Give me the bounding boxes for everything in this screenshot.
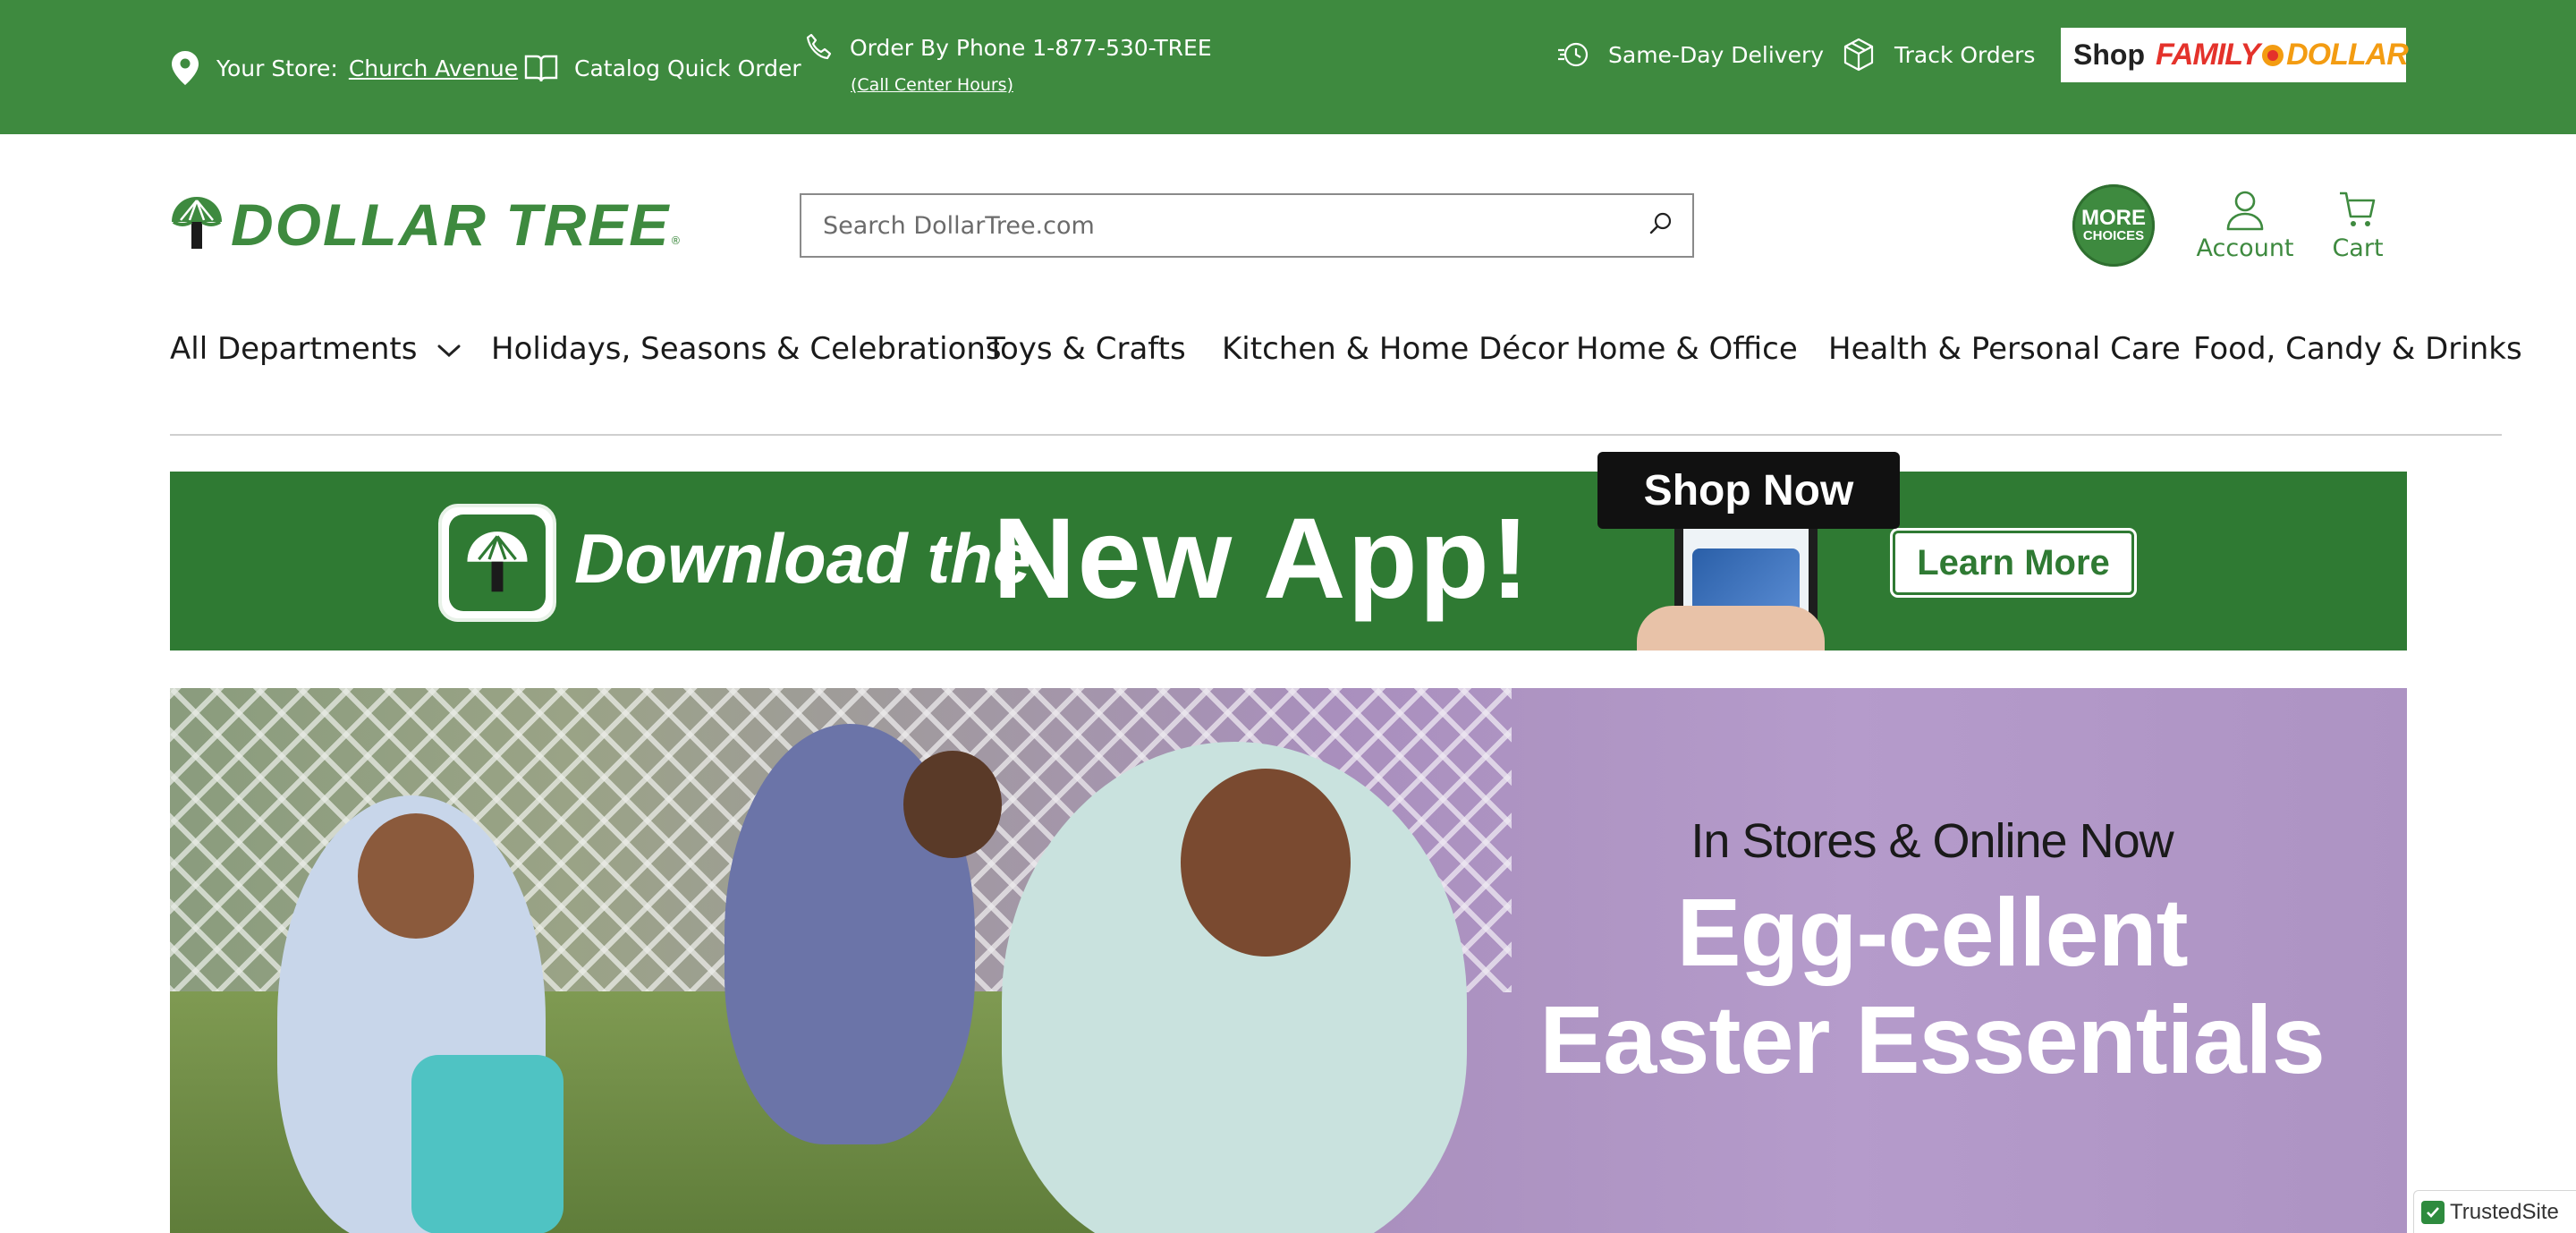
search-input[interactable] <box>801 195 1630 256</box>
nav-home-office[interactable]: Home & Office <box>1576 331 1798 367</box>
tree-logo-icon <box>170 195 224 254</box>
more-choices-button[interactable]: MORE CHOICES <box>2072 184 2155 267</box>
nav-kitchen-home-decor[interactable]: Kitchen & Home Décor <box>1222 331 1569 367</box>
search-button[interactable] <box>1630 195 1692 256</box>
hero-title-line1: Egg-cellent <box>1676 878 2188 986</box>
app-banner-text-download: Download the <box>574 519 1032 598</box>
family-dollar-logo: FAMILY DOLLAR <box>2155 38 2409 72</box>
nav-all-departments-label: All Departments <box>170 331 418 367</box>
cart-button[interactable]: Cart <box>2331 190 2385 262</box>
store-name-link[interactable]: Church Avenue <box>349 55 518 81</box>
catalog-label: Catalog Quick Order <box>574 55 801 81</box>
chevron-down-icon <box>436 331 462 367</box>
shop-now-button[interactable]: Shop Now <box>1597 452 1900 529</box>
same-day-delivery-link[interactable]: Same-Day Delivery <box>1556 34 1824 75</box>
hero-banner[interactable]: In Stores & Online Now Egg-cellent Easte… <box>170 688 2407 1233</box>
delivery-clock-icon <box>1556 40 1590 69</box>
account-button[interactable]: Account <box>2196 190 2294 262</box>
hero-child-head-2 <box>903 751 1002 858</box>
catalog-quick-order-link[interactable]: Catalog Quick Order <box>524 47 801 89</box>
location-pin-icon <box>170 50 200 86</box>
catalog-book-icon <box>524 53 558 83</box>
shop-family-dollar-button[interactable]: Shop FAMILY DOLLAR <box>2061 28 2409 82</box>
hero-copy: In Stores & Online Now Egg-cellent Easte… <box>1530 688 2334 1233</box>
nav-food-candy-drinks[interactable]: Food, Candy & Drinks <box>2193 331 2522 367</box>
sun-icon <box>2262 44 2284 66</box>
nav-divider <box>170 434 2502 436</box>
utility-bar: Your Store: Church Avenue Catalog Quick … <box>0 0 2576 134</box>
shop-label: Shop <box>2073 38 2145 71</box>
order-by-phone: Order By Phone 1-877-530-TREE <box>805 27 1212 68</box>
nav-all-departments[interactable]: All Departments <box>170 331 462 367</box>
department-nav: All Departments Holidays, Seasons & Cele… <box>170 331 2522 372</box>
track-orders-label: Track Orders <box>1894 41 2036 68</box>
nav-health-personal-care[interactable]: Health & Personal Care <box>1828 331 2181 367</box>
delivery-label: Same-Day Delivery <box>1608 41 1825 68</box>
app-download-banner[interactable]: Download the New App! Learn More <box>170 472 2407 651</box>
app-logo-icon <box>438 504 556 622</box>
checkmark-icon <box>2421 1200 2445 1224</box>
nav-holidays-seasons-celebrations[interactable]: Holidays, Seasons & Celebrations <box>491 331 1002 367</box>
search-icon <box>1648 210 1674 241</box>
hero-easter-basket-image <box>411 1055 564 1233</box>
registered-mark: ® <box>670 234 682 247</box>
hand-image <box>1637 606 1825 651</box>
family-dollar-dollar-text: DOLLAR <box>2286 38 2409 72</box>
logo-wordmark: DOLLAR TREE <box>231 191 671 258</box>
trustedsite-label: TrustedSite <box>2450 1199 2559 1224</box>
more-choices-line2: CHOICES <box>2082 227 2145 243</box>
hero-subtitle: In Stores & Online Now <box>1690 814 2174 868</box>
store-selector: Your Store: Church Avenue <box>170 47 518 89</box>
phone-label: Order By Phone 1-877-530-TREE <box>850 34 1212 61</box>
account-label: Account <box>2196 234 2294 262</box>
hero-title-line2: Easter Essentials <box>1539 985 2326 1093</box>
account-icon <box>2225 190 2265 234</box>
trustedsite-badge[interactable]: TrustedSite <box>2413 1190 2576 1233</box>
store-label: Your Store: <box>216 55 338 81</box>
app-banner-text-new-app: New App! <box>993 495 1531 623</box>
phone-icon <box>805 33 834 62</box>
search-bar <box>800 193 1694 258</box>
hero-child-head-1 <box>358 813 474 939</box>
more-choices-line1: MORE <box>2081 205 2146 230</box>
family-dollar-family-text: FAMILY <box>2155 38 2260 72</box>
cart-label: Cart <box>2332 234 2384 262</box>
cart-icon <box>2338 190 2377 234</box>
dollar-tree-logo[interactable]: DOLLAR TREE ® <box>170 191 682 258</box>
track-orders-link[interactable]: Track Orders <box>1843 34 2035 75</box>
call-center-hours-link[interactable]: (Call Center Hours) <box>851 75 1013 95</box>
package-icon <box>1843 38 1875 72</box>
learn-more-button[interactable]: Learn More <box>1893 531 2134 595</box>
hero-child-head-3 <box>1181 769 1351 957</box>
nav-toys-crafts[interactable]: Toys & Crafts <box>987 331 1186 367</box>
